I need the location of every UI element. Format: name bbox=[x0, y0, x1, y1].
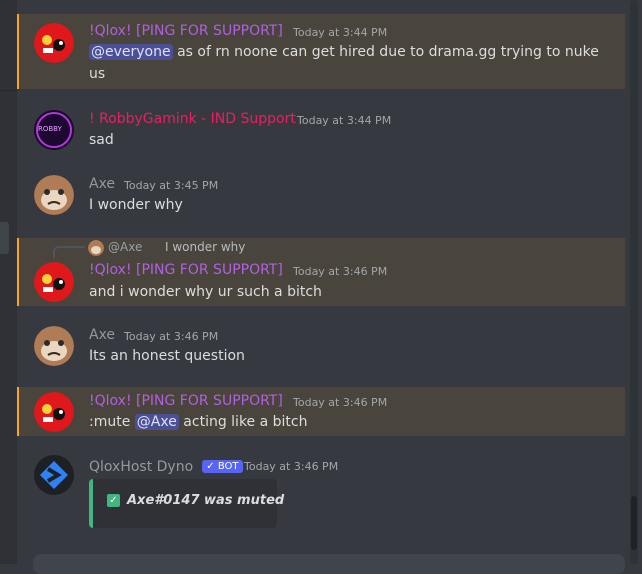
message-text-line1: as of rn noone can get hired due to dram… bbox=[177, 44, 599, 60]
avatar-qlox[interactable] bbox=[34, 23, 74, 63]
reply-mention[interactable]: @Axe bbox=[108, 240, 142, 254]
gutter-divider bbox=[0, 90, 17, 91]
timestamp: Today at 3:44 PM bbox=[293, 26, 388, 39]
author-name[interactable]: QloxHost Dyno bbox=[89, 459, 193, 475]
message-text: and i wonder why ur such a bitch bbox=[89, 284, 322, 300]
message-text: :mute @Axe acting like a bitch bbox=[89, 414, 307, 430]
timestamp: Today at 3:46 PM bbox=[124, 330, 219, 343]
left-gutter bbox=[0, 0, 17, 564]
avatar-robby-text: ROBBY bbox=[38, 125, 62, 133]
timestamp: Today at 3:46 PM bbox=[293, 396, 388, 409]
avatar-qlox[interactable] bbox=[34, 262, 74, 302]
scrollbar-thumb[interactable] bbox=[631, 496, 637, 550]
message-text: sad bbox=[89, 132, 114, 148]
message-text: Its an honest question bbox=[89, 348, 245, 364]
message-dyno[interactable]: QloxHost Dyno ✓ BOT Today at 3:46 PM ✓ A… bbox=[17, 450, 625, 535]
avatar-axe[interactable] bbox=[34, 175, 74, 215]
user-mention[interactable]: @Axe bbox=[134, 414, 179, 430]
bot-badge-label: BOT bbox=[217, 461, 239, 472]
everyone-mention[interactable]: @everyone bbox=[89, 44, 173, 60]
message-qlox-2[interactable]: @Axe I wonder why !Qlox! [PING FOR SUPPO… bbox=[17, 238, 625, 306]
message-text: I wonder why bbox=[89, 197, 183, 213]
scrollbar-track[interactable] bbox=[630, 0, 638, 564]
message-axe-2[interactable]: Axe Today at 3:46 PM Its an honest quest… bbox=[17, 316, 625, 376]
avatar-axe[interactable] bbox=[34, 326, 74, 366]
author-name[interactable]: ! RobbyGamink - IND Support bbox=[89, 111, 296, 127]
reply-avatar-axe bbox=[88, 240, 104, 256]
author-name[interactable]: !Qlox! [PING FOR SUPPORT] bbox=[89, 262, 283, 278]
message-text-suffix: acting like a bitch bbox=[183, 414, 308, 430]
message-robby[interactable]: ROBBY ! RobbyGamink - IND Support Today … bbox=[17, 100, 625, 160]
avatar-robby[interactable]: ROBBY bbox=[34, 110, 74, 150]
embed-text: Axe#0147 was muted bbox=[127, 493, 285, 508]
author-name[interactable]: Axe bbox=[89, 176, 115, 192]
timestamp: Today at 3:45 PM bbox=[124, 179, 219, 192]
command-text: :mute bbox=[89, 414, 131, 430]
author-name[interactable]: !Qlox! [PING FOR SUPPORT] bbox=[89, 23, 283, 39]
author-name[interactable]: Axe bbox=[89, 327, 115, 343]
timestamp: Today at 3:44 PM bbox=[297, 114, 392, 127]
reply-connector bbox=[53, 246, 85, 258]
author-name[interactable]: !Qlox! [PING FOR SUPPORT] bbox=[89, 393, 283, 409]
author-line: QloxHost Dyno ✓ BOT bbox=[89, 456, 243, 475]
message-text-line2: us bbox=[89, 66, 106, 82]
embed: ✓ Axe#0147 was muted bbox=[89, 479, 284, 528]
message-qlox-3[interactable]: !Qlox! [PING FOR SUPPORT] Today at 3:46 … bbox=[17, 387, 625, 436]
message-input[interactable] bbox=[33, 554, 625, 574]
timestamp: Today at 3:46 PM bbox=[293, 265, 388, 278]
message-qlox-1[interactable]: !Qlox! [PING FOR SUPPORT] Today at 3:44 … bbox=[17, 14, 625, 89]
timestamp: Today at 3:46 PM bbox=[244, 460, 339, 473]
check-icon: ✓ bbox=[107, 494, 120, 507]
avatar-qlox[interactable] bbox=[34, 392, 74, 432]
channel-unread-indicator bbox=[0, 222, 9, 254]
reply-preview-text[interactable]: I wonder why bbox=[165, 240, 245, 254]
message-text: @everyone as of rn noone can get hired d… bbox=[89, 44, 599, 60]
bot-badge: ✓ BOT bbox=[202, 460, 243, 473]
avatar-dyno[interactable] bbox=[34, 455, 74, 495]
message-axe-1[interactable]: Axe Today at 3:45 PM I wonder why bbox=[17, 165, 625, 225]
